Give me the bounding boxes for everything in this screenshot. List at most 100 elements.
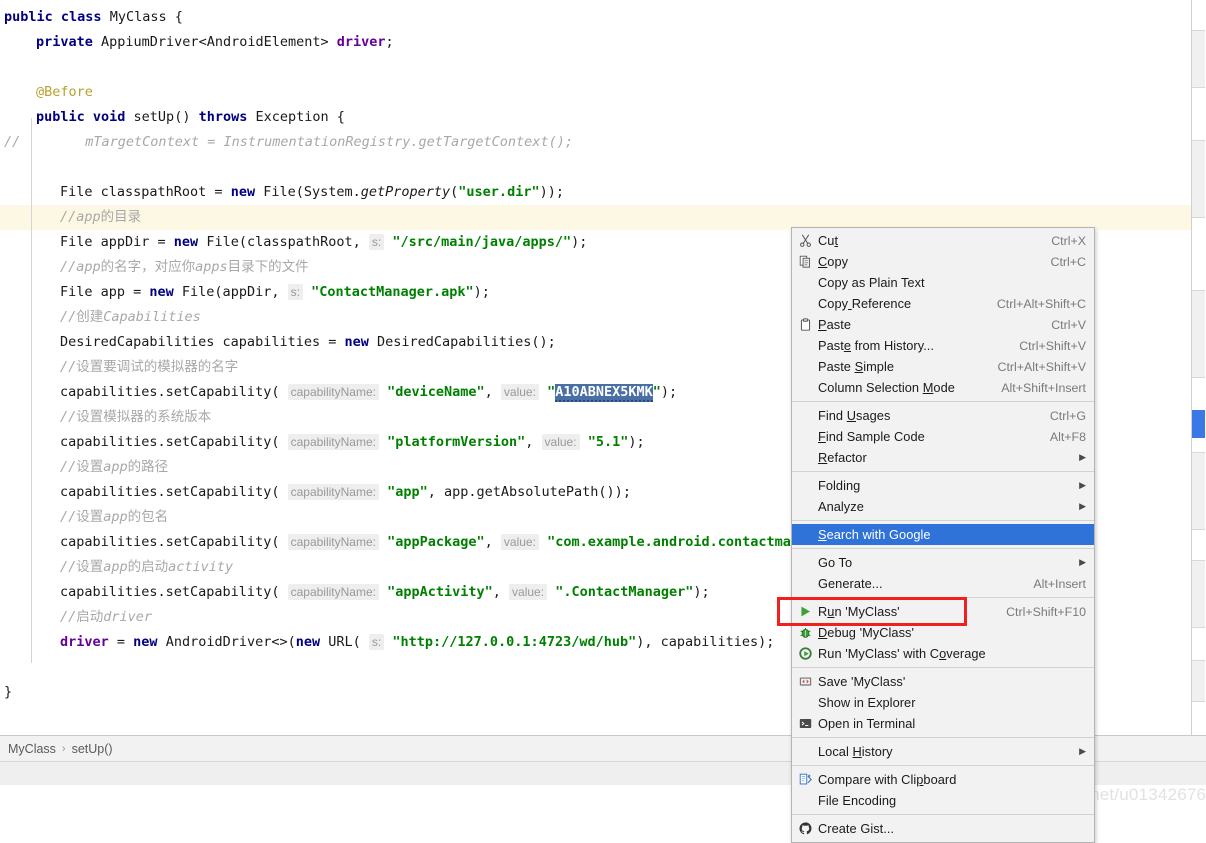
- menu-item-find-sample-code[interactable]: Find Sample Code Alt+F8: [792, 426, 1094, 447]
- code-token: ,: [525, 434, 542, 450]
- code-token: ,: [492, 584, 510, 600]
- menu-item-shortcut: Ctrl+Alt+Shift+V: [997, 359, 1087, 374]
- menu-item-copy-reference[interactable]: Copy Reference Ctrl+Alt+Shift+C: [792, 293, 1094, 314]
- menu-item-paste-simple[interactable]: Paste Simple Ctrl+Alt+Shift+V: [792, 356, 1094, 377]
- submenu-arrow-icon: ▶: [1079, 746, 1086, 756]
- code-token: 创建: [76, 309, 104, 325]
- menu-item-label: Copy: [818, 254, 849, 269]
- code-token: 的名字，对应你: [100, 259, 196, 275]
- menu-item-open-in-terminal[interactable]: Open in Terminal: [792, 713, 1094, 734]
- submenu-arrow-icon: ▶: [1079, 452, 1086, 462]
- code-token: "appActivity": [387, 584, 493, 600]
- menu-item-copy[interactable]: Copy Ctrl+C: [792, 251, 1094, 272]
- menu-item-label: Save 'MyClass': [818, 674, 906, 689]
- menu-item-compare-with-clipboard[interactable]: Compare with Clipboard: [792, 769, 1094, 790]
- menu-item-label: Run 'MyClass': [818, 604, 900, 619]
- copy-icon: [792, 252, 818, 272]
- menu-separator: [792, 737, 1094, 738]
- menu-item-paste[interactable]: Paste Ctrl+V: [792, 314, 1094, 335]
- code-token: capabilityName:: [287, 384, 379, 400]
- editor-scrollbar[interactable]: [1191, 0, 1206, 735]
- code-token: DesiredCapabilities();: [377, 334, 556, 350]
- scrollbar-thumb[interactable]: [1192, 410, 1205, 438]
- menu-icon-placeholder: [792, 497, 818, 517]
- menu-item-label: Generate...: [818, 576, 883, 591]
- menu-item-label: Local History: [818, 744, 893, 759]
- menu-item-label: Find Sample Code: [818, 429, 925, 444]
- menu-item-copy-as-plain-text[interactable]: Copy as Plain Text: [792, 272, 1094, 293]
- menu-item-shortcut: Ctrl+X: [1051, 233, 1086, 248]
- editor-context-menu[interactable]: Cut Ctrl+X Copy Ctrl+C Copy as Plain Text Cop…: [791, 227, 1095, 843]
- breadcrumb-item-setup[interactable]: setUp(): [68, 742, 117, 756]
- paste-icon: [792, 315, 818, 335]
- menu-icon-placeholder: [792, 525, 818, 545]
- menu-item-search-with-google[interactable]: Search with Google: [792, 524, 1094, 545]
- menu-item-analyze[interactable]: Analyze ▶: [792, 496, 1094, 517]
- code-token: value:: [500, 534, 539, 550]
- code-token: ,: [484, 384, 501, 400]
- menu-item-column-selection-mode[interactable]: Column Selection Mode Alt+Shift+Insert: [792, 377, 1094, 398]
- cut-icon: [792, 231, 818, 251]
- menu-icon-placeholder: [792, 448, 818, 468]
- menu-item-label: Refactor: [818, 450, 867, 465]
- selected-text: A10ABNEX5KMK: [555, 384, 653, 402]
- run-icon: [792, 602, 818, 622]
- submenu-arrow-icon: ▶: [1079, 557, 1086, 567]
- menu-item-go-to[interactable]: Go To ▶: [792, 552, 1094, 573]
- menu-item-refactor[interactable]: Refactor ▶: [792, 447, 1094, 468]
- code-token: driver: [60, 634, 109, 650]
- breadcrumb-item-myclass[interactable]: MyClass: [4, 742, 60, 756]
- menu-icon-placeholder: [792, 357, 818, 377]
- menu-item-label: Copy Reference: [818, 296, 912, 311]
- menu-item-show-in-explorer[interactable]: Show in Explorer: [792, 692, 1094, 713]
- menu-item-find-usages[interactable]: Find Usages Ctrl+G: [792, 405, 1094, 426]
- menu-item-label: Folding: [818, 478, 861, 493]
- menu-separator: [792, 548, 1094, 549]
- menu-item-run-myclass[interactable]: Run 'MyClass' Ctrl+Shift+F10: [792, 601, 1094, 622]
- code-token: "app": [387, 484, 428, 500]
- menu-separator: [792, 765, 1094, 766]
- code-token: //: [60, 509, 77, 525]
- menu-icon-placeholder: [792, 336, 818, 356]
- code-token: ": [547, 384, 556, 400]
- code-token: 的目录: [100, 209, 142, 225]
- code-token: value:: [500, 384, 539, 400]
- menu-item-debug-myclass[interactable]: Debug 'MyClass': [792, 622, 1094, 643]
- code-token: File(appDir,: [181, 284, 288, 300]
- code-token: //: [60, 609, 77, 625]
- menu-item-local-history[interactable]: Local History ▶: [792, 741, 1094, 762]
- code-token: driver: [103, 609, 153, 625]
- code-token: 设置: [76, 509, 104, 525]
- code-token: DesiredCapabilities capabilities =: [60, 334, 345, 350]
- menu-separator: [792, 471, 1094, 472]
- code-token: 的路径: [127, 459, 169, 475]
- code-token: apps: [195, 259, 228, 275]
- menu-icon-placeholder: [792, 791, 818, 811]
- menu-item-shortcut: Alt+F8: [1049, 429, 1086, 444]
- menu-item-create-gist[interactable]: Create Gist...: [792, 818, 1094, 839]
- code-token: app: [103, 509, 128, 525]
- menu-item-cut[interactable]: Cut Ctrl+X: [792, 230, 1094, 251]
- menu-item-paste-from-history[interactable]: Paste from History... Ctrl+Shift+V: [792, 335, 1094, 356]
- menu-item-save-myclass[interactable]: Save 'MyClass': [792, 671, 1094, 692]
- menu-item-generate[interactable]: Generate... Alt+Insert: [792, 573, 1094, 594]
- submenu-arrow-icon: ▶: [1079, 501, 1086, 511]
- code-token: capabilities.setCapability(: [60, 434, 280, 450]
- code-token: app: [103, 559, 128, 575]
- menu-item-run-myclass-with-coverage[interactable]: Run 'MyClass' with Coverage: [792, 643, 1094, 664]
- marker-segment: [1192, 452, 1205, 530]
- menu-item-shortcut: Alt+Shift+Insert: [1001, 380, 1086, 395]
- marker-segment: [1192, 30, 1205, 88]
- menu-item-label: Go To: [818, 555, 853, 570]
- code-token: capabilityName:: [287, 534, 379, 550]
- menu-item-label: Create Gist...: [818, 821, 895, 836]
- menu-icon-placeholder: [792, 693, 818, 713]
- menu-item-file-encoding[interactable]: File Encoding: [792, 790, 1094, 811]
- menu-item-folding[interactable]: Folding ▶: [792, 475, 1094, 496]
